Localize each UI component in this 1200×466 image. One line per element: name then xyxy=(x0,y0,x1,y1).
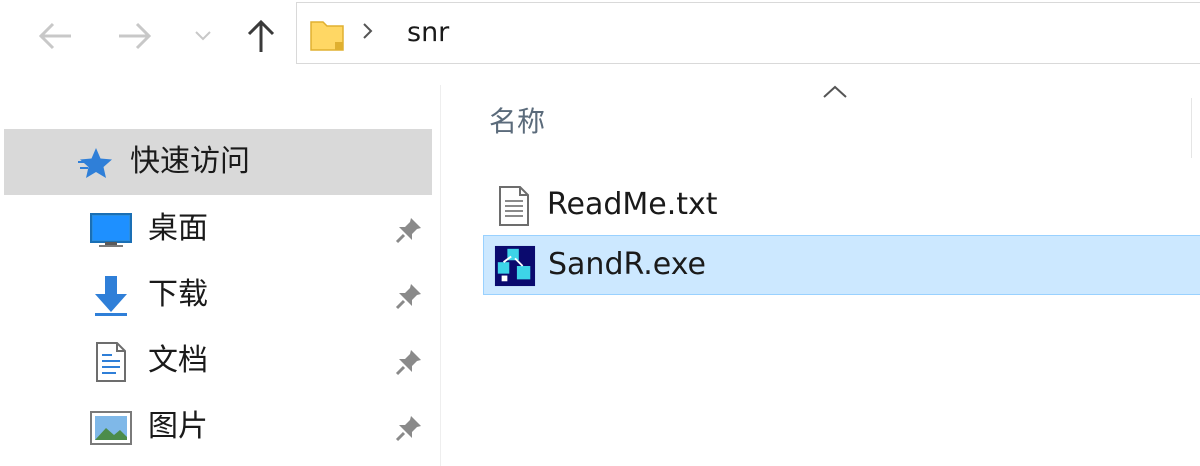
star-icon xyxy=(76,146,116,184)
exe-icon xyxy=(494,244,536,288)
sidebar-item-label: 桌面 xyxy=(148,211,208,246)
column-divider[interactable] xyxy=(1191,98,1192,158)
forward-button[interactable] xyxy=(110,14,160,58)
file-name: ReadMe.txt xyxy=(547,187,718,222)
column-header-name[interactable]: 名称 xyxy=(489,102,545,142)
file-row-selected[interactable]: SandR.exe xyxy=(483,235,1200,295)
pictures-icon xyxy=(88,407,134,449)
sidebar-item-label: 文档 xyxy=(148,343,208,378)
toolbar: snr xyxy=(0,0,1200,78)
text-file-icon xyxy=(493,184,535,228)
sidebar-item-quick-access[interactable]: 快速访问 xyxy=(4,129,432,195)
document-icon xyxy=(88,341,134,383)
download-icon xyxy=(88,275,134,317)
address-bar[interactable]: snr xyxy=(296,2,1200,64)
file-row[interactable]: ReadMe.txt xyxy=(483,176,1200,236)
navigation-pane: 快速访问 桌面 下载 文档 图片 xyxy=(0,85,440,466)
folder-icon xyxy=(309,16,347,56)
breadcrumb-snr[interactable]: snr xyxy=(407,15,449,51)
up-button[interactable] xyxy=(236,14,286,58)
pin-icon[interactable] xyxy=(394,413,424,447)
pin-icon[interactable] xyxy=(394,215,424,249)
arrow-right-icon xyxy=(119,22,152,50)
pin-icon[interactable] xyxy=(394,281,424,315)
file-name: SandR.exe xyxy=(548,247,707,282)
arrow-left-icon xyxy=(38,22,71,50)
sidebar-item-label: 图片 xyxy=(148,409,208,444)
sidebar-item-pictures[interactable]: 图片 xyxy=(0,397,440,457)
sidebar-item-label: 快速访问 xyxy=(130,144,250,179)
file-list: 名称 ReadMe.txt SandR.exe xyxy=(441,78,1200,466)
sort-ascending-icon xyxy=(821,84,849,104)
arrow-up-icon xyxy=(247,19,275,52)
chevron-right-icon[interactable] xyxy=(361,19,375,47)
desktop-icon xyxy=(88,209,134,251)
sidebar-item-documents[interactable]: 文档 xyxy=(0,331,440,391)
recent-locations-button[interactable] xyxy=(188,14,218,58)
sidebar-item-label: 下载 xyxy=(148,277,208,312)
chevron-down-icon xyxy=(195,31,211,41)
back-button[interactable] xyxy=(30,14,80,58)
sidebar-item-downloads[interactable]: 下载 xyxy=(0,265,440,325)
sidebar-item-desktop[interactable]: 桌面 xyxy=(0,199,440,259)
pin-icon[interactable] xyxy=(394,347,424,381)
